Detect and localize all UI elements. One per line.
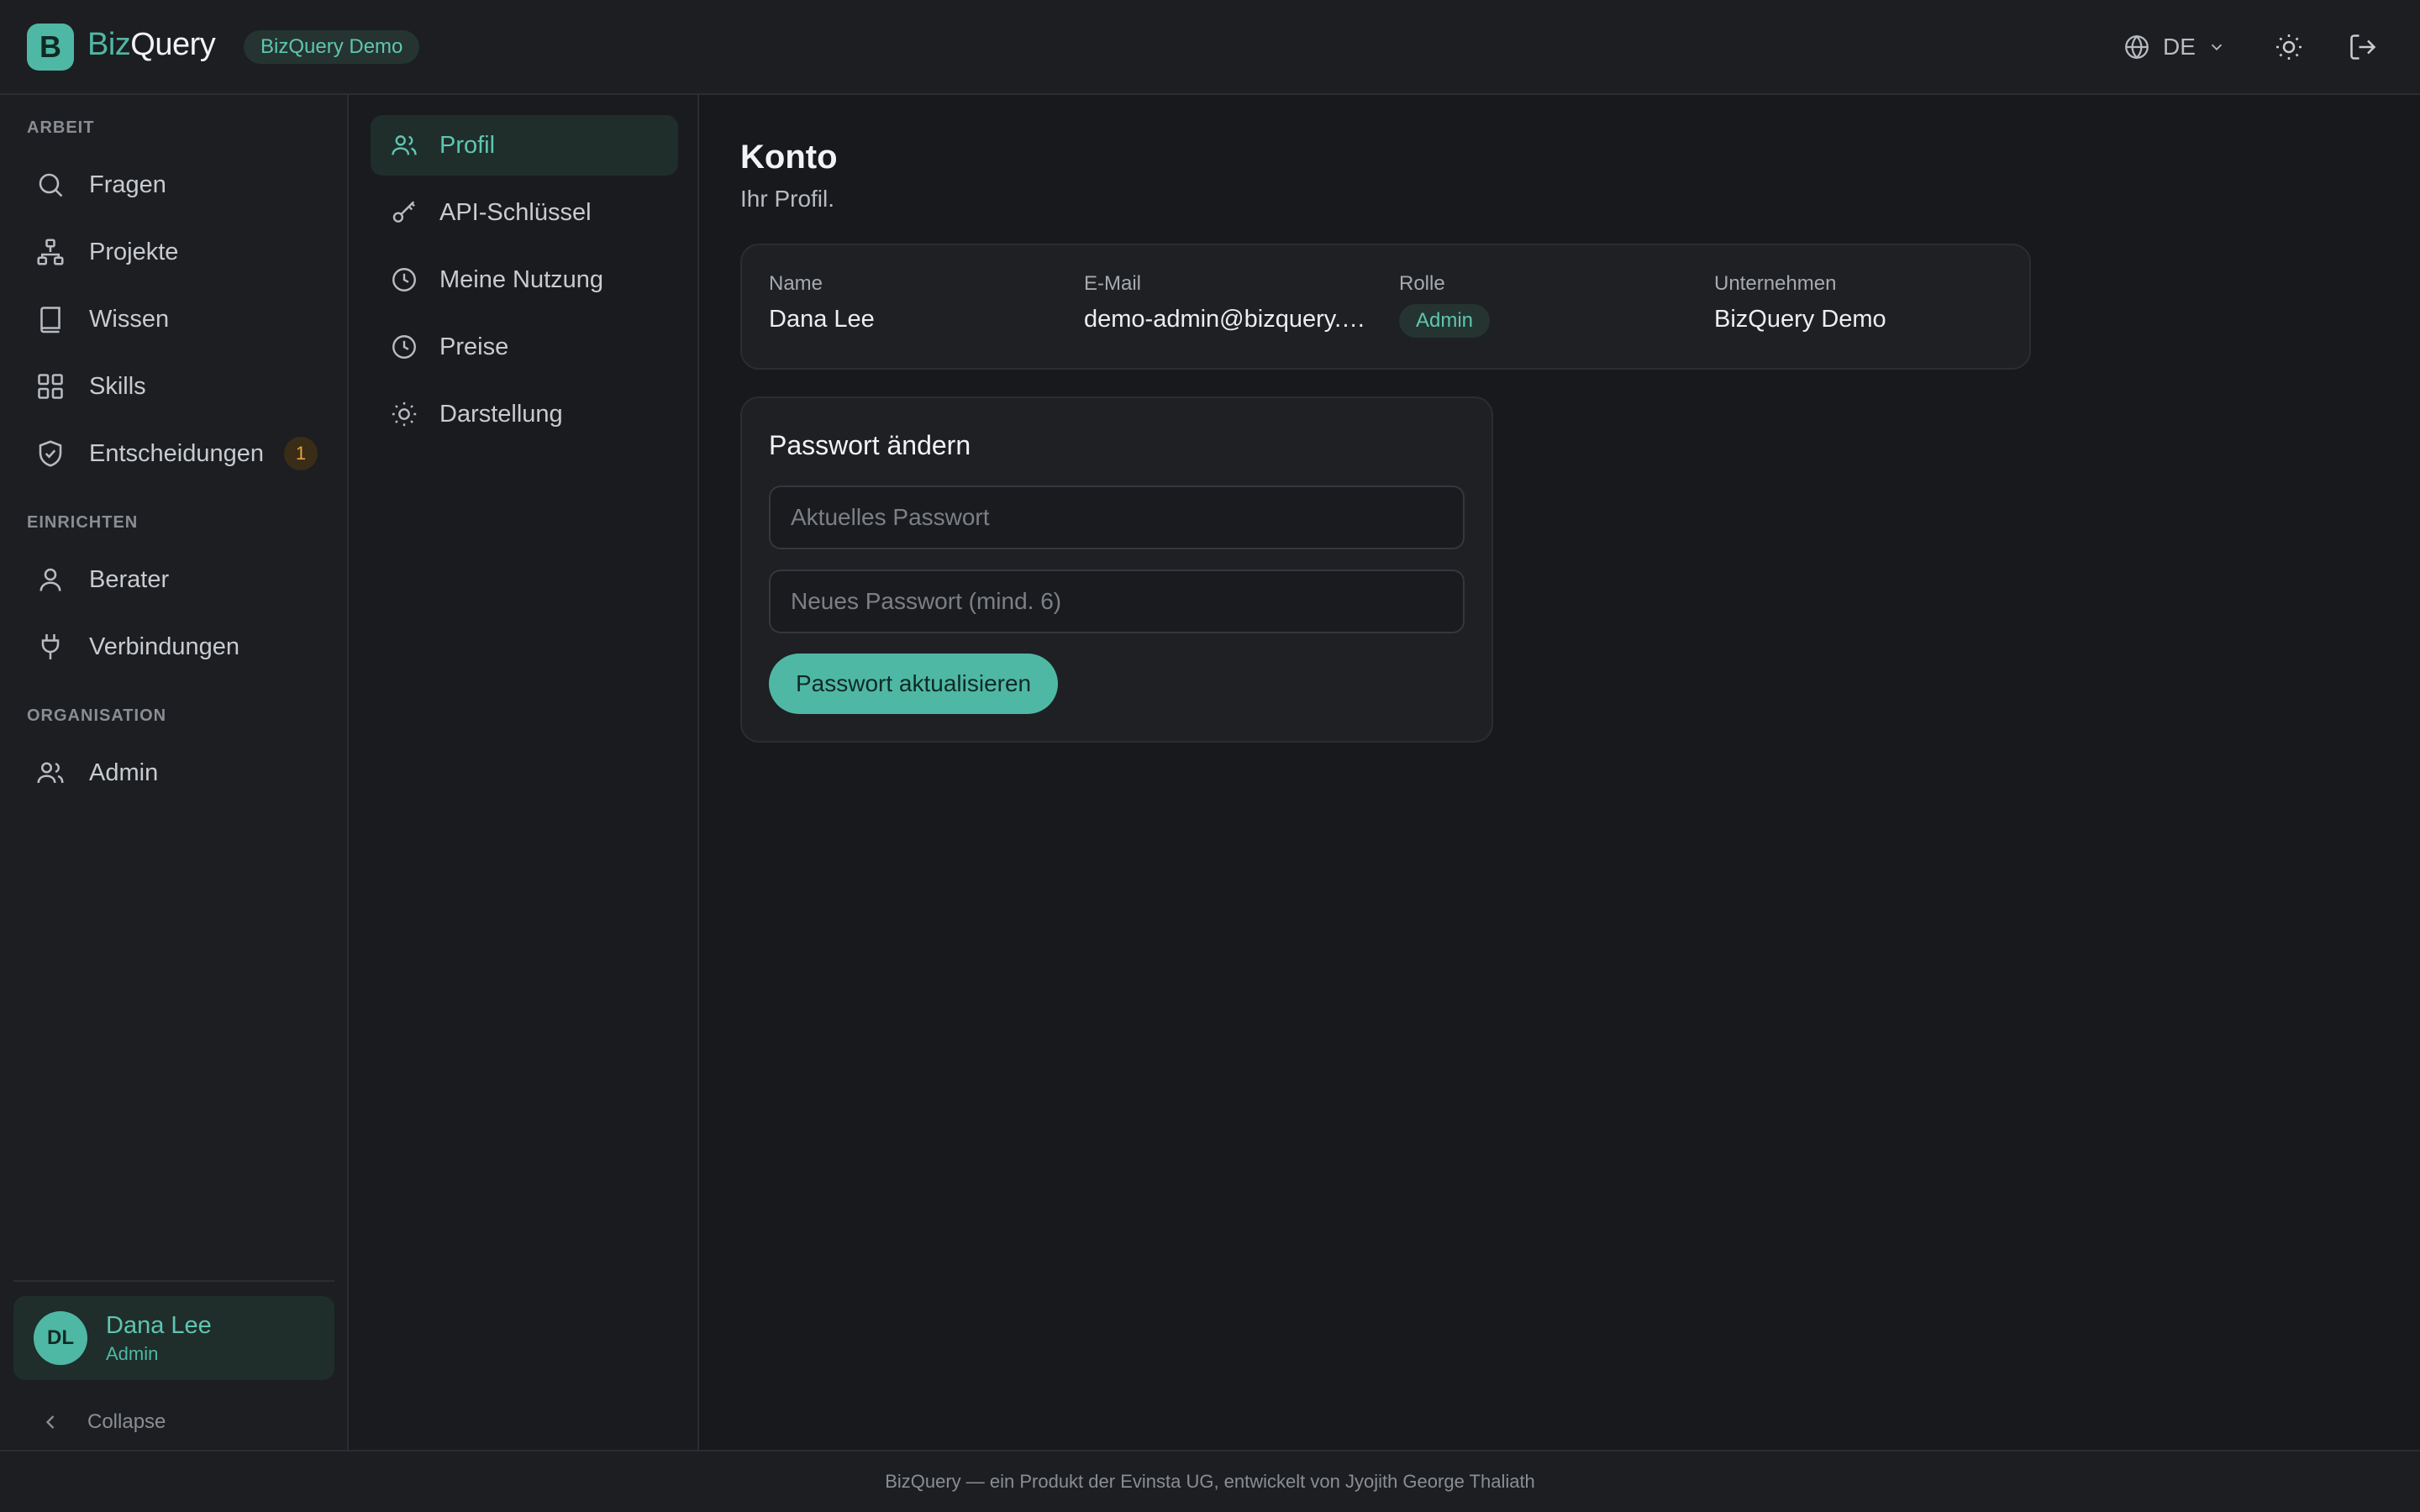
globe-icon xyxy=(2123,33,2151,61)
sidebar-item-label: Fragen xyxy=(89,171,166,198)
workspace-badge: BizQuery Demo xyxy=(244,30,420,64)
subnav-item-darstellung[interactable]: Darstellung xyxy=(371,384,678,444)
book-icon xyxy=(34,302,67,336)
sidebar-item-label: Wissen xyxy=(89,305,170,333)
shield-check-icon xyxy=(34,437,67,470)
profile-field-company: Unternehmen BizQuery Demo xyxy=(1714,272,2000,333)
users-icon xyxy=(34,756,67,790)
subnav-item-label: Darstellung xyxy=(439,400,563,428)
subnav-item-profil[interactable]: Profil xyxy=(371,115,678,176)
sidebar-item-projekte[interactable]: Projekte xyxy=(13,223,334,281)
subnav-item-label: Meine Nutzung xyxy=(439,265,604,293)
decisions-count-badge: 1 xyxy=(284,437,318,470)
change-password-card: Passwort ändern Passwort aktualisieren xyxy=(740,396,1493,743)
theme-toggle-button[interactable] xyxy=(2272,30,2306,64)
sidebar-item-label: Projekte xyxy=(89,238,179,265)
logout-icon xyxy=(2348,32,2378,62)
clock-icon xyxy=(387,330,421,364)
sidebar-item-entscheidungen[interactable]: Entscheidungen 1 xyxy=(13,425,334,482)
user-info: Dana Lee Admin xyxy=(106,1312,212,1365)
sidebar-item-label: Entscheidungen xyxy=(89,439,264,467)
update-password-button[interactable]: Passwort aktualisieren xyxy=(769,654,1059,714)
plug-icon xyxy=(34,630,67,664)
sidebar: ARBEIT Fragen Projekte Wissen Skills Ent… xyxy=(0,95,349,1450)
settings-subnav: Profil API-Schlüssel Meine Nutzung Preis… xyxy=(350,95,699,1450)
sidebar-item-berater[interactable]: Berater xyxy=(13,551,334,608)
collapse-label: Collapse xyxy=(87,1410,166,1433)
new-password-input[interactable] xyxy=(769,570,1465,633)
profile-field-email: E-Mail demo-admin@bizquery.com xyxy=(1084,272,1370,333)
user-card[interactable]: DL Dana Lee Admin xyxy=(13,1296,334,1380)
profile-field-role: Rolle Admin xyxy=(1399,272,1685,338)
clock-icon xyxy=(387,263,421,297)
user-role: Admin xyxy=(106,1342,159,1364)
app-root: B BizQuery BizQuery Demo DE ARBEIT Frage… xyxy=(0,0,2420,1512)
user-icon xyxy=(34,563,67,596)
collapse-sidebar-button[interactable]: Collapse xyxy=(13,1395,166,1449)
subnav-item-preise[interactable]: Preise xyxy=(371,317,678,377)
chevron-left-icon xyxy=(34,1405,67,1439)
subnav-item-label: Profil xyxy=(439,131,496,159)
sidebar-item-label: Berater xyxy=(89,565,170,593)
key-icon xyxy=(387,196,421,229)
sidebar-item-admin[interactable]: Admin xyxy=(13,744,334,801)
language-selector[interactable]: DE xyxy=(2123,30,2226,64)
current-password-input[interactable] xyxy=(769,486,1465,549)
role-badge: Admin xyxy=(1399,304,1491,338)
footer-text: BizQuery — ein Produkt der Evinsta UG, e… xyxy=(885,1471,1535,1492)
field-label: E-Mail xyxy=(1084,272,1142,295)
sitemap-icon xyxy=(34,235,67,269)
sun-icon xyxy=(387,397,421,431)
field-value: demo-admin@bizquery.com xyxy=(1084,306,1370,333)
sidebar-item-wissen[interactable]: Wissen xyxy=(13,291,334,348)
chevron-down-icon xyxy=(2207,38,2226,56)
section-label-organisation: ORGANISATION xyxy=(27,706,167,725)
section-label-einrichten: EINRICHTEN xyxy=(27,513,139,532)
subnav-item-meine-nutzung[interactable]: Meine Nutzung xyxy=(371,249,678,310)
grid-icon xyxy=(34,370,67,403)
avatar: DL xyxy=(34,1311,87,1365)
sidebar-item-label: Skills xyxy=(89,372,146,400)
page-subtitle: Ihr Profil. xyxy=(740,186,835,212)
page-title: Konto xyxy=(740,139,838,176)
search-icon xyxy=(34,168,67,202)
subnav-item-label: Preise xyxy=(439,333,509,360)
change-password-title: Passwort ändern xyxy=(769,430,971,460)
sidebar-item-label: Admin xyxy=(89,759,159,786)
sidebar-item-fragen[interactable]: Fragen xyxy=(13,156,334,213)
section-label-arbeit: ARBEIT xyxy=(27,118,95,137)
logo-mark[interactable]: B xyxy=(27,24,74,71)
subnav-item-label: API-Schlüssel xyxy=(439,198,592,226)
field-label: Name xyxy=(769,272,823,295)
profile-card: Name Dana Lee E-Mail demo-admin@bizquery… xyxy=(740,244,2031,370)
sun-icon xyxy=(2274,32,2304,62)
brand-part-query: Query xyxy=(130,27,216,62)
sidebar-item-skills[interactable]: Skills xyxy=(13,358,334,415)
field-label: Rolle xyxy=(1399,272,1445,295)
logout-button[interactable] xyxy=(2346,30,2380,64)
language-code: DE xyxy=(2163,34,2196,60)
sidebar-item-verbindungen[interactable]: Verbindungen xyxy=(13,618,334,675)
footer: BizQuery — ein Produkt der Evinsta UG, e… xyxy=(0,1450,2420,1512)
users-icon xyxy=(387,129,421,162)
brand-name[interactable]: BizQuery xyxy=(87,27,216,63)
user-name: Dana Lee xyxy=(106,1311,212,1339)
field-label: Unternehmen xyxy=(1714,272,1837,295)
field-value: BizQuery Demo xyxy=(1714,306,1886,333)
sidebar-item-label: Verbindungen xyxy=(89,633,239,660)
main-content: Konto Ihr Profil. Name Dana Lee E-Mail d… xyxy=(701,95,2420,1450)
brand-part-biz: Biz xyxy=(87,27,131,62)
top-header: B BizQuery BizQuery Demo DE xyxy=(0,0,2420,95)
sidebar-divider xyxy=(13,1280,334,1282)
field-value: Dana Lee xyxy=(769,306,875,333)
profile-field-name: Name Dana Lee xyxy=(769,272,1055,333)
subnav-item-api-keys[interactable]: API-Schlüssel xyxy=(371,182,678,243)
